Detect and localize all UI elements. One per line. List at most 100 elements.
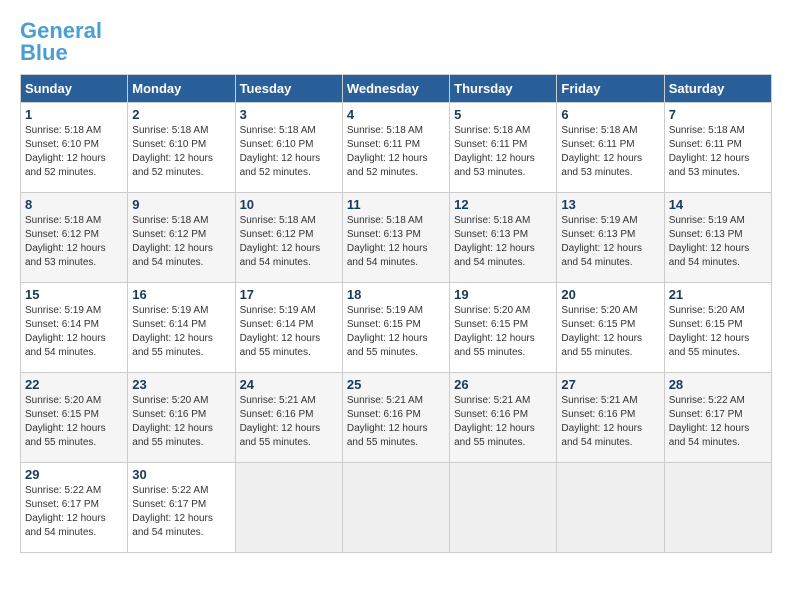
calendar-cell: 13 Sunrise: 5:19 AM Sunset: 6:13 PM Dayl…: [557, 193, 664, 283]
day-info: Sunrise: 5:22 AM Sunset: 6:17 PM Dayligh…: [25, 484, 123, 540]
day-info: Sunrise: 5:19 AM Sunset: 6:14 PM Dayligh…: [240, 304, 338, 360]
calendar-cell: [450, 463, 557, 553]
day-number: 10: [240, 197, 338, 212]
calendar-cell: [235, 463, 342, 553]
calendar-cell: 4 Sunrise: 5:18 AM Sunset: 6:11 PM Dayli…: [342, 103, 449, 193]
weekday-header-monday: Monday: [128, 75, 235, 103]
day-info: Sunrise: 5:21 AM Sunset: 6:16 PM Dayligh…: [561, 394, 659, 450]
calendar-cell: 2 Sunrise: 5:18 AM Sunset: 6:10 PM Dayli…: [128, 103, 235, 193]
day-number: 4: [347, 107, 445, 122]
day-number: 24: [240, 377, 338, 392]
day-info: Sunrise: 5:20 AM Sunset: 6:15 PM Dayligh…: [454, 304, 552, 360]
day-info: Sunrise: 5:18 AM Sunset: 6:13 PM Dayligh…: [347, 214, 445, 270]
day-number: 2: [132, 107, 230, 122]
weekday-header-wednesday: Wednesday: [342, 75, 449, 103]
page-header: General Blue: [20, 20, 772, 64]
calendar-cell: 11 Sunrise: 5:18 AM Sunset: 6:13 PM Dayl…: [342, 193, 449, 283]
day-number: 17: [240, 287, 338, 302]
day-info: Sunrise: 5:18 AM Sunset: 6:12 PM Dayligh…: [240, 214, 338, 270]
day-number: 23: [132, 377, 230, 392]
day-info: Sunrise: 5:20 AM Sunset: 6:15 PM Dayligh…: [561, 304, 659, 360]
calendar-cell: 14 Sunrise: 5:19 AM Sunset: 6:13 PM Dayl…: [664, 193, 771, 283]
calendar-cell: 6 Sunrise: 5:18 AM Sunset: 6:11 PM Dayli…: [557, 103, 664, 193]
day-info: Sunrise: 5:21 AM Sunset: 6:16 PM Dayligh…: [240, 394, 338, 450]
calendar-cell: 1 Sunrise: 5:18 AM Sunset: 6:10 PM Dayli…: [21, 103, 128, 193]
calendar-cell: 24 Sunrise: 5:21 AM Sunset: 6:16 PM Dayl…: [235, 373, 342, 463]
day-number: 26: [454, 377, 552, 392]
calendar-cell: 17 Sunrise: 5:19 AM Sunset: 6:14 PM Dayl…: [235, 283, 342, 373]
weekday-header-friday: Friday: [557, 75, 664, 103]
day-number: 3: [240, 107, 338, 122]
day-info: Sunrise: 5:18 AM Sunset: 6:11 PM Dayligh…: [561, 124, 659, 180]
day-number: 21: [669, 287, 767, 302]
day-number: 11: [347, 197, 445, 212]
calendar-cell: [664, 463, 771, 553]
day-info: Sunrise: 5:21 AM Sunset: 6:16 PM Dayligh…: [347, 394, 445, 450]
day-info: Sunrise: 5:21 AM Sunset: 6:16 PM Dayligh…: [454, 394, 552, 450]
weekday-header-thursday: Thursday: [450, 75, 557, 103]
day-number: 5: [454, 107, 552, 122]
weekday-header-saturday: Saturday: [664, 75, 771, 103]
day-info: Sunrise: 5:18 AM Sunset: 6:10 PM Dayligh…: [132, 124, 230, 180]
calendar-table: SundayMondayTuesdayWednesdayThursdayFrid…: [20, 74, 772, 553]
day-info: Sunrise: 5:18 AM Sunset: 6:12 PM Dayligh…: [132, 214, 230, 270]
calendar-cell: [557, 463, 664, 553]
calendar-cell: 10 Sunrise: 5:18 AM Sunset: 6:12 PM Dayl…: [235, 193, 342, 283]
day-number: 6: [561, 107, 659, 122]
calendar-cell: 21 Sunrise: 5:20 AM Sunset: 6:15 PM Dayl…: [664, 283, 771, 373]
calendar-cell: 18 Sunrise: 5:19 AM Sunset: 6:15 PM Dayl…: [342, 283, 449, 373]
day-number: 25: [347, 377, 445, 392]
day-info: Sunrise: 5:19 AM Sunset: 6:15 PM Dayligh…: [347, 304, 445, 360]
day-number: 27: [561, 377, 659, 392]
calendar-cell: 25 Sunrise: 5:21 AM Sunset: 6:16 PM Dayl…: [342, 373, 449, 463]
day-info: Sunrise: 5:18 AM Sunset: 6:13 PM Dayligh…: [454, 214, 552, 270]
day-number: 19: [454, 287, 552, 302]
day-info: Sunrise: 5:18 AM Sunset: 6:11 PM Dayligh…: [347, 124, 445, 180]
calendar-week-row: 1 Sunrise: 5:18 AM Sunset: 6:10 PM Dayli…: [21, 103, 772, 193]
calendar-cell: 19 Sunrise: 5:20 AM Sunset: 6:15 PM Dayl…: [450, 283, 557, 373]
day-number: 15: [25, 287, 123, 302]
day-info: Sunrise: 5:20 AM Sunset: 6:15 PM Dayligh…: [669, 304, 767, 360]
calendar-cell: 3 Sunrise: 5:18 AM Sunset: 6:10 PM Dayli…: [235, 103, 342, 193]
day-info: Sunrise: 5:18 AM Sunset: 6:11 PM Dayligh…: [669, 124, 767, 180]
day-number: 14: [669, 197, 767, 212]
day-number: 20: [561, 287, 659, 302]
calendar-cell: 28 Sunrise: 5:22 AM Sunset: 6:17 PM Dayl…: [664, 373, 771, 463]
logo-blue: Blue: [20, 40, 68, 65]
calendar-cell: 20 Sunrise: 5:20 AM Sunset: 6:15 PM Dayl…: [557, 283, 664, 373]
day-info: Sunrise: 5:20 AM Sunset: 6:15 PM Dayligh…: [25, 394, 123, 450]
calendar-cell: 30 Sunrise: 5:22 AM Sunset: 6:17 PM Dayl…: [128, 463, 235, 553]
day-info: Sunrise: 5:22 AM Sunset: 6:17 PM Dayligh…: [669, 394, 767, 450]
calendar-cell: 8 Sunrise: 5:18 AM Sunset: 6:12 PM Dayli…: [21, 193, 128, 283]
day-number: 7: [669, 107, 767, 122]
calendar-cell: 16 Sunrise: 5:19 AM Sunset: 6:14 PM Dayl…: [128, 283, 235, 373]
weekday-header-row: SundayMondayTuesdayWednesdayThursdayFrid…: [21, 75, 772, 103]
calendar-week-row: 15 Sunrise: 5:19 AM Sunset: 6:14 PM Dayl…: [21, 283, 772, 373]
day-info: Sunrise: 5:19 AM Sunset: 6:14 PM Dayligh…: [25, 304, 123, 360]
day-info: Sunrise: 5:22 AM Sunset: 6:17 PM Dayligh…: [132, 484, 230, 540]
calendar-cell: 7 Sunrise: 5:18 AM Sunset: 6:11 PM Dayli…: [664, 103, 771, 193]
day-number: 16: [132, 287, 230, 302]
day-info: Sunrise: 5:19 AM Sunset: 6:14 PM Dayligh…: [132, 304, 230, 360]
calendar-cell: 29 Sunrise: 5:22 AM Sunset: 6:17 PM Dayl…: [21, 463, 128, 553]
calendar-cell: 12 Sunrise: 5:18 AM Sunset: 6:13 PM Dayl…: [450, 193, 557, 283]
calendar-cell: 23 Sunrise: 5:20 AM Sunset: 6:16 PM Dayl…: [128, 373, 235, 463]
calendar-cell: 27 Sunrise: 5:21 AM Sunset: 6:16 PM Dayl…: [557, 373, 664, 463]
day-number: 29: [25, 467, 123, 482]
day-info: Sunrise: 5:19 AM Sunset: 6:13 PM Dayligh…: [669, 214, 767, 270]
calendar-week-row: 29 Sunrise: 5:22 AM Sunset: 6:17 PM Dayl…: [21, 463, 772, 553]
day-info: Sunrise: 5:18 AM Sunset: 6:11 PM Dayligh…: [454, 124, 552, 180]
weekday-header-sunday: Sunday: [21, 75, 128, 103]
day-number: 18: [347, 287, 445, 302]
logo-text: General Blue: [20, 20, 102, 64]
day-number: 13: [561, 197, 659, 212]
day-number: 30: [132, 467, 230, 482]
day-info: Sunrise: 5:19 AM Sunset: 6:13 PM Dayligh…: [561, 214, 659, 270]
day-info: Sunrise: 5:18 AM Sunset: 6:10 PM Dayligh…: [25, 124, 123, 180]
day-number: 9: [132, 197, 230, 212]
calendar-cell: 9 Sunrise: 5:18 AM Sunset: 6:12 PM Dayli…: [128, 193, 235, 283]
day-info: Sunrise: 5:20 AM Sunset: 6:16 PM Dayligh…: [132, 394, 230, 450]
weekday-header-tuesday: Tuesday: [235, 75, 342, 103]
calendar-week-row: 22 Sunrise: 5:20 AM Sunset: 6:15 PM Dayl…: [21, 373, 772, 463]
day-number: 1: [25, 107, 123, 122]
